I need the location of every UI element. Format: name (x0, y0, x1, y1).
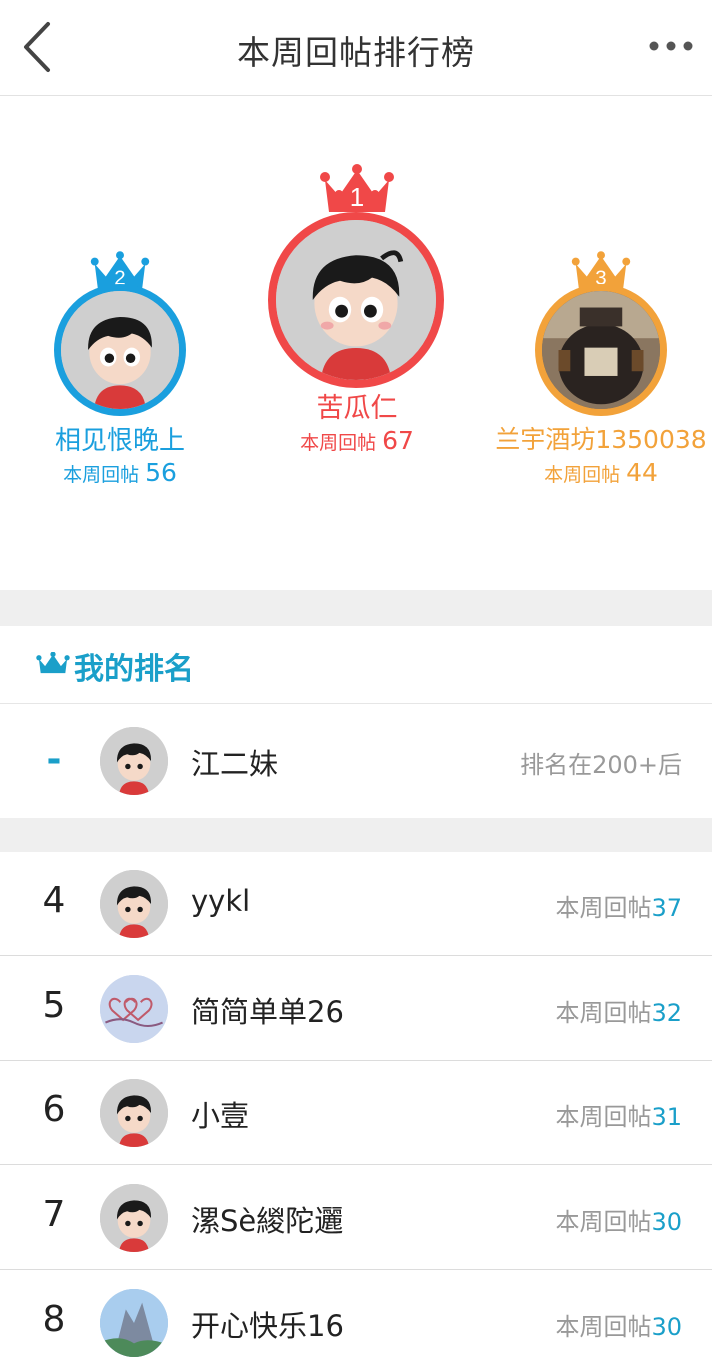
avatar (100, 1184, 168, 1252)
rank-number: 6 (42, 1089, 66, 1130)
ranking-row[interactable]: 6 小壹 本周回帖31 (0, 1061, 712, 1165)
wine-jar-photo-icon (542, 291, 660, 409)
podium-name: 相见恨晚上 (54, 426, 185, 456)
count-label: 本周回帖 (63, 464, 140, 486)
ranking-row[interactable]: 5 简简单单26 本周回帖32 (0, 957, 712, 1061)
reply-count: 本周回帖31 (555, 1097, 682, 1132)
svg-text:1: 1 (350, 182, 364, 212)
count-value: 31 (651, 1103, 682, 1131)
page-title: 本周回帖排行榜 (237, 33, 475, 72)
rank-number: 8 (42, 1299, 66, 1340)
reply-count: 本周回帖30 (555, 1307, 682, 1342)
my-rank-row[interactable]: - 江二妹 排名在200+后 (0, 705, 712, 817)
avatar (100, 1079, 168, 1147)
section-divider (0, 590, 712, 626)
count-value: 30 (651, 1208, 682, 1236)
avatar (100, 870, 168, 938)
more-button[interactable] (644, 26, 702, 66)
podium-name: 兰宇酒坊1350038 (495, 425, 707, 454)
more-dots-icon (649, 41, 693, 51)
avatar (100, 727, 168, 795)
podium-first[interactable]: 1 苦瓜仁 本周回帖 67 (262, 164, 452, 464)
count-value: 67 (382, 426, 414, 455)
avatar (535, 284, 667, 416)
rank-status: 排名在200+后 (520, 751, 682, 779)
user-name: 漯Sè緵陀邐 (191, 1204, 344, 1238)
count-value: 56 (145, 458, 177, 487)
podium-name: 苦瓜仁 (316, 393, 398, 424)
cartoon-avatar-icon (100, 1079, 168, 1147)
count-label: 本周回帖 (300, 432, 377, 454)
avatar (268, 212, 444, 388)
avatar (54, 284, 186, 416)
avatar (100, 1289, 168, 1357)
reply-count: 本周回帖30 (555, 1202, 682, 1237)
top3-podium: 1 苦瓜仁 本周回帖 67 2 相见恨晚上 本周回帖 56 3 兰宇酒坊1350… (0, 96, 712, 590)
cartoon-avatar-icon (100, 870, 168, 938)
crown-icon: 1 (320, 164, 394, 212)
cartoon-avatar-icon (61, 291, 179, 409)
count-value: 32 (651, 999, 682, 1027)
ranking-row[interactable]: 8 开心快乐16 本周回帖30 (0, 1271, 712, 1369)
count-label: 本周回帖 (555, 999, 652, 1027)
landscape-photo-icon (100, 1289, 168, 1357)
user-name: 开心快乐16 (191, 1309, 344, 1343)
count-label: 本周回帖 (555, 1313, 652, 1341)
count-value: 30 (651, 1313, 682, 1341)
podium-second[interactable]: 2 相见恨晚上 本周回帖 56 (30, 250, 210, 500)
rank-number: 5 (42, 985, 66, 1026)
reply-count: 本周回帖32 (555, 993, 682, 1028)
count-label: 本周回帖 (544, 464, 621, 486)
avatar (100, 975, 168, 1043)
crown-icon (36, 652, 70, 674)
ranking-row[interactable]: 7 漯Sè緵陀邐 本周回帖30 (0, 1166, 712, 1270)
rank-number: 4 (42, 880, 66, 921)
cartoon-avatar-icon (100, 1184, 168, 1252)
section-divider (0, 818, 712, 852)
user-name: yykl (191, 884, 251, 918)
count-value: 37 (651, 894, 682, 922)
user-name: 江二妹 (191, 747, 279, 781)
user-name: 小壹 (191, 1099, 250, 1133)
rank-number: - (46, 739, 62, 780)
podium-count: 本周回帖 67 (262, 426, 452, 455)
reply-count: 本周回帖37 (555, 888, 682, 923)
count-label: 本周回帖 (555, 894, 652, 922)
podium-third[interactable]: 3 兰宇酒坊1350038 本周回帖 44 (490, 250, 712, 500)
count-label: 本周回帖 (555, 1208, 652, 1236)
my-rank-header: 我的排名 (0, 626, 712, 704)
cartoon-avatar-icon (276, 220, 436, 380)
rank-number: 7 (42, 1194, 66, 1235)
my-rank-title: 我的排名 (74, 652, 194, 687)
top-bar: 本周回帖排行榜 (0, 0, 712, 96)
user-name: 简简单单26 (191, 995, 344, 1029)
count-value: 44 (626, 458, 658, 487)
cartoon-avatar-icon (100, 727, 168, 795)
count-label: 本周回帖 (555, 1103, 652, 1131)
ranking-row[interactable]: 4 yykl 本周回帖37 (0, 852, 712, 956)
hearts-photo-icon (100, 975, 168, 1043)
podium-count: 本周回帖 44 (490, 458, 712, 487)
podium-count: 本周回帖 56 (30, 458, 210, 487)
